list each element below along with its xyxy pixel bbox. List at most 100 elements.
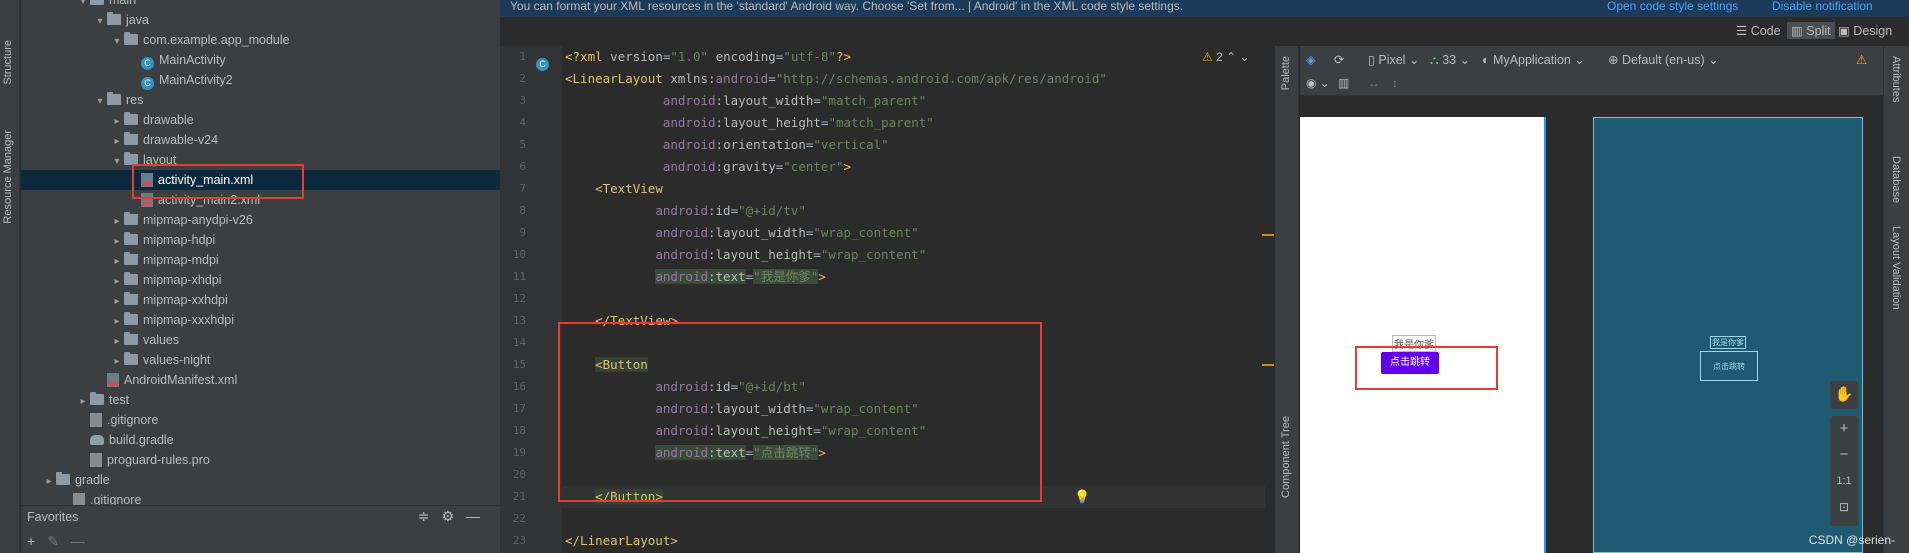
tree-item-label: MainActivity2 <box>159 73 233 87</box>
layout-validation-tab[interactable]: Layout Validation <box>1890 226 1902 310</box>
zoom-actual-button[interactable]: 1:1 <box>1830 468 1858 494</box>
component-tree-tab[interactable]: Component Tree <box>1280 416 1292 498</box>
gear-icon[interactable]: ⚙ <box>441 508 466 524</box>
chevron-icon[interactable]: ▾ <box>93 92 107 112</box>
tree-item[interactable]: ▸ mipmap-xhdpi <box>21 270 500 290</box>
tree-item[interactable]: ▸ mipmap-anydpi-v26 <box>21 210 500 230</box>
tree-item[interactable]: ▸ drawable-v24 <box>21 130 500 150</box>
blueprint-preview[interactable]: 我是你爹 点击跳转 <box>1593 117 1863 553</box>
chevron-icon[interactable]: ▸ <box>110 132 124 152</box>
eye-icon[interactable]: ◉ ⌄ <box>1306 76 1330 90</box>
device-selector[interactable]: ▯ Pixel ⌄ <box>1368 52 1419 67</box>
tree-item[interactable]: ▸ mipmap-xxxhdpi <box>21 310 500 330</box>
favorites-title[interactable]: Favorites <box>27 510 78 524</box>
tree-item[interactable]: ▸ drawable <box>21 110 500 130</box>
chevron-icon[interactable]: ▾ <box>110 152 124 172</box>
tree-item[interactable]: ▸ values-night <box>21 350 500 370</box>
tree-item[interactable]: ▸ test <box>21 390 500 410</box>
inspection-widget[interactable]: ⚠ 2 ⌃ ⌄ <box>1202 50 1250 64</box>
vertical-resize-icon[interactable]: ↕ <box>1392 76 1398 90</box>
tree-item[interactable]: ▾ main <box>21 0 500 10</box>
add-icon[interactable]: + <box>27 533 47 549</box>
tree-item-label: values-night <box>143 353 211 367</box>
tree-item[interactable]: C MainActivity2 <box>21 70 500 90</box>
blueprint-textview[interactable]: 我是你爹 <box>1710 336 1746 349</box>
chevron-icon[interactable]: ▸ <box>110 272 124 292</box>
collapse-icon[interactable]: ≑ <box>418 508 442 524</box>
code-line: <?xml version="1.0" encoding="utf-8"?> <box>565 49 852 64</box>
lightbulb-icon[interactable]: 💡 <box>1074 489 1090 505</box>
layers-icon[interactable]: ◈ <box>1306 52 1316 67</box>
chevron-icon[interactable]: ▸ <box>110 312 124 332</box>
chevron-icon[interactable]: ▾ <box>93 12 107 32</box>
folder-icon <box>124 212 138 225</box>
disable-notification-link[interactable]: Disable notification <box>1772 0 1873 13</box>
tree-item[interactable]: C MainActivity <box>21 50 500 70</box>
resource-manager-tab[interactable]: Resource Manager <box>2 130 14 224</box>
tree-item[interactable]: .gitignore <box>21 410 500 430</box>
zoom-out-icon[interactable]: − <box>1830 442 1858 468</box>
warning-marker[interactable] <box>1262 234 1274 236</box>
remove-icon[interactable]: — <box>71 533 97 549</box>
folder-icon <box>124 332 138 345</box>
edit-icon[interactable]: ✎ <box>47 533 71 549</box>
attributes-tab[interactable]: Attributes <box>1890 56 1902 102</box>
chevron-icon[interactable]: ▸ <box>42 472 56 492</box>
chevron-icon[interactable]: ▸ <box>110 332 124 352</box>
editor-scrollbar[interactable] <box>1265 46 1275 553</box>
chevron-icon[interactable]: ▸ <box>110 292 124 312</box>
design-preview[interactable]: 我是你爹 点击跳转 <box>1300 117 1546 553</box>
minimize-icon[interactable]: — <box>466 508 492 524</box>
design-mode-button[interactable]: ▣ Design <box>1838 23 1892 38</box>
tree-item[interactable]: ▸ mipmap-hdpi <box>21 230 500 250</box>
blueprint-button[interactable]: 点击跳转 <box>1700 351 1758 381</box>
zoom-in-icon[interactable]: + <box>1830 416 1858 442</box>
pan-hand-icon[interactable]: ✋ <box>1830 381 1858 409</box>
api-selector[interactable]: ⛬ 33 ⌄ <box>1430 52 1470 68</box>
tree-item[interactable]: ▸ mipmap-xxhdpi <box>21 290 500 310</box>
tree-item[interactable]: ▸ mipmap-mdpi <box>21 250 500 270</box>
code-mode-button[interactable]: ☰ Code <box>1736 23 1781 38</box>
project-tree-panel: ▾ main ▾ java ▾ com.example.app_module C MainAc… <box>21 0 500 553</box>
chevron-icon[interactable]: ▸ <box>110 252 124 272</box>
locale-selector[interactable]: ⊕ Default (en-us) ⌄ <box>1608 52 1719 67</box>
code-line: <TextView <box>595 181 663 196</box>
chevron-icon[interactable]: ▾ <box>110 32 124 52</box>
horizontal-resize-icon[interactable]: ↔ <box>1368 76 1380 90</box>
orientation-icon[interactable]: ⟳ <box>1334 52 1344 67</box>
chevron-icon[interactable]: ▸ <box>110 212 124 232</box>
chevron-icon[interactable]: ▸ <box>110 232 124 252</box>
designer-toolbar-secondary: ◉ ⌄ ▥ ↔ ↕ <box>1300 72 1883 96</box>
chevron-up-icon[interactable]: ⌃ <box>1226 50 1236 64</box>
code-line: android:text="我是你爹"> <box>655 269 826 284</box>
file-icon <box>90 453 102 467</box>
tree-item[interactable]: ▸ values <box>21 330 500 350</box>
chevron-icon[interactable]: ▸ <box>110 352 124 372</box>
tree-item-label: mipmap-xxhdpi <box>143 293 228 307</box>
palette-tab[interactable]: Palette <box>1280 56 1292 90</box>
folder-icon <box>107 12 121 25</box>
structure-tab[interactable]: Structure <box>2 40 14 85</box>
warning-icon[interactable]: ⚠ <box>1856 52 1867 67</box>
blueprint-icon[interactable]: ▥ <box>1338 76 1349 90</box>
split-mode-button[interactable]: ▥ Split <box>1787 22 1835 39</box>
tree-item[interactable]: ▸ gradle <box>21 470 500 490</box>
chevron-icon[interactable]: ▸ <box>110 112 124 132</box>
chevron-icon[interactable]: ▸ <box>76 392 90 412</box>
warning-marker[interactable] <box>1262 364 1274 366</box>
open-code-style-link[interactable]: Open code style settings <box>1607 0 1738 13</box>
code-line: android:gravity="center"> <box>662 159 852 174</box>
class-gutter-icon[interactable]: C <box>536 58 549 71</box>
tree-item[interactable]: build.gradle <box>21 430 500 450</box>
tree-item[interactable]: ▾ com.example.app_module <box>21 30 500 50</box>
zoom-fit-icon[interactable]: ⊡ <box>1830 494 1858 520</box>
tree-item[interactable]: ▾ res <box>21 90 500 110</box>
chevron-down-icon[interactable]: ⌄ <box>1240 50 1250 64</box>
designer-toolbar: ◈ ⟳ ▯ Pixel ⌄ ⛬ 33 ⌄ ◐ MyApplication ⌄ ⊕… <box>1300 46 1883 72</box>
tree-item[interactable]: proguard-rules.pro <box>21 450 500 470</box>
tree-item[interactable]: AndroidManifest.xml <box>21 370 500 390</box>
tree-item[interactable]: ▾ java <box>21 10 500 30</box>
database-tab[interactable]: Database <box>1890 156 1902 203</box>
theme-selector[interactable]: ◐ MyApplication ⌄ <box>1482 52 1585 67</box>
gradle-icon <box>90 435 104 445</box>
